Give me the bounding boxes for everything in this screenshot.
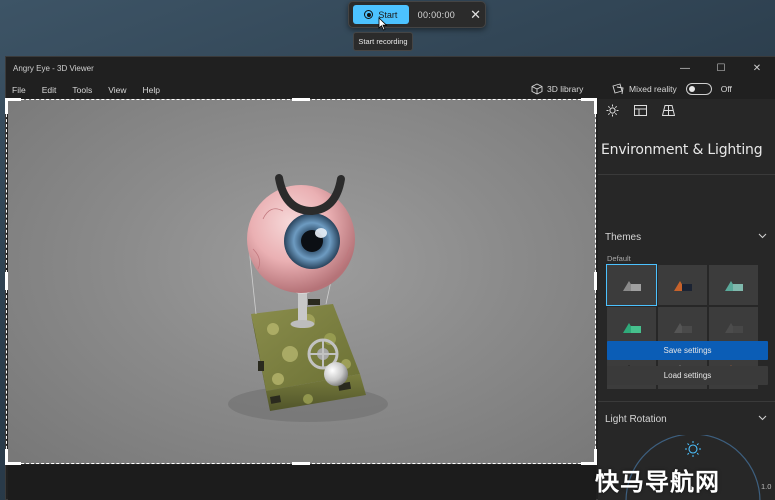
tab-stats[interactable] [633, 103, 647, 117]
watermark-text: 快马导航网 [595, 469, 720, 496]
recording-toolbar: Start 00:00:00 ✕ [348, 1, 486, 28]
grid-perspective-icon [661, 104, 675, 116]
mixed-reality-label: Mixed reality [629, 84, 677, 94]
theme-preview-icon [724, 323, 743, 333]
stats-table-icon [633, 104, 647, 116]
sun-icon [606, 104, 618, 116]
themes-section-header[interactable]: Themes [598, 225, 775, 249]
themes-header-label: Themes [605, 231, 642, 243]
app-window: Angry Eye - 3D Viewer — ☐ ✕ File Edit To… [5, 56, 775, 500]
panel-title: Environment & Lighting [601, 142, 763, 158]
load-settings-button[interactable]: Load settings [607, 366, 768, 385]
menu-view[interactable]: View [108, 85, 126, 95]
record-icon [364, 10, 374, 19]
divider [598, 401, 775, 402]
close-recorder-button[interactable]: ✕ [470, 8, 481, 21]
recording-timer: 00:00:00 [417, 9, 456, 20]
cube-icon [531, 83, 543, 95]
menu-tools[interactable]: Tools [72, 85, 92, 95]
tab-grid[interactable] [661, 103, 675, 117]
light-rotation-section-header[interactable]: Light Rotation [598, 407, 775, 431]
light-value: 1.0 [761, 482, 772, 491]
theme-default-label: Default [607, 254, 631, 263]
mixed-reality-state: Off [720, 84, 732, 94]
chevron-down-icon [758, 233, 767, 239]
divider [598, 174, 775, 175]
theme-preview-icon [673, 281, 692, 291]
window-title: Angry Eye - 3D Viewer [13, 63, 94, 73]
menu-bar: File Edit Tools View Help [6, 83, 176, 97]
3d-library-button[interactable]: 3D library [531, 83, 583, 95]
angry-eye-model [228, 174, 388, 422]
environment-panel: Environment & Lighting Themes Default Sa… [598, 99, 775, 500]
tab-environment-lighting[interactable] [605, 103, 619, 117]
theme-option-default[interactable] [606, 264, 657, 306]
theme-preview-icon [622, 281, 641, 291]
light-rotation-header-label: Light Rotation [605, 413, 667, 425]
3d-library-label: 3D library [547, 84, 584, 94]
sun-icon [685, 441, 701, 457]
minimize-button[interactable]: — [667, 57, 703, 79]
mixed-reality-icon [612, 83, 624, 95]
chevron-down-icon [758, 415, 767, 421]
theme-preview-icon [622, 323, 641, 333]
viewport-status-strip [8, 465, 596, 500]
3d-viewport[interactable] [8, 99, 596, 464]
start-recording-tooltip: Start recording [353, 32, 413, 51]
mixed-reality-toggle[interactable] [685, 83, 712, 95]
menu-edit[interactable]: Edit [42, 85, 57, 95]
theme-preview-icon [673, 323, 692, 333]
mixed-reality-control: Mixed reality Off [611, 83, 732, 95]
theme-option-teal[interactable] [709, 265, 758, 305]
menu-help[interactable]: Help [142, 85, 159, 95]
theme-option-warm[interactable] [658, 265, 707, 305]
title-bar: Angry Eye - 3D Viewer — ☐ ✕ [6, 57, 775, 79]
maximize-button[interactable]: ☐ [703, 57, 739, 79]
menu-file[interactable]: File [12, 85, 26, 95]
theme-preview-icon [724, 281, 743, 291]
mouse-cursor-icon [378, 17, 388, 31]
save-settings-button[interactable]: Save settings [607, 341, 768, 360]
close-window-button[interactable]: ✕ [739, 57, 775, 79]
